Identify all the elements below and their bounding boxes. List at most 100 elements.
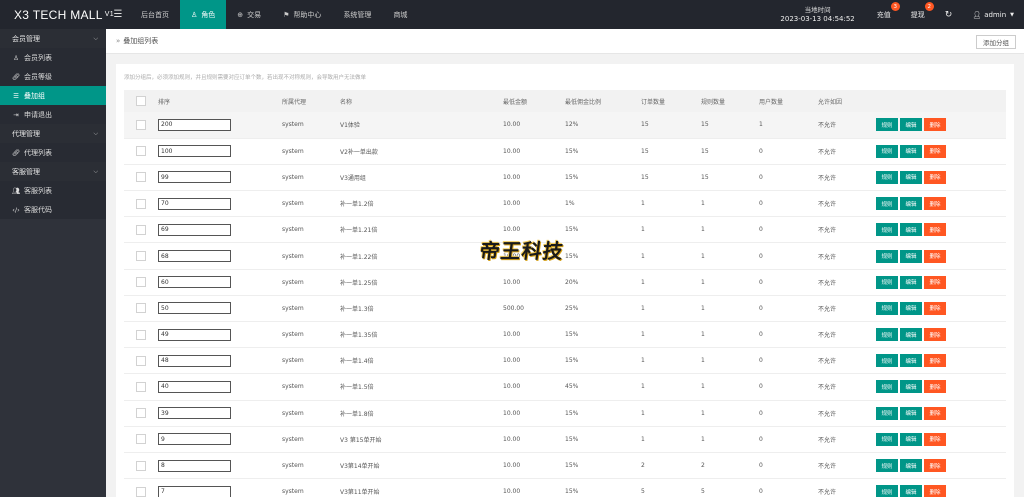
sidebar-item-0-3[interactable]: ⇥ 申请退出 — [0, 105, 106, 124]
rules-button[interactable]: 规则 — [876, 275, 898, 289]
row-checkbox[interactable] — [136, 460, 146, 471]
row-checkbox[interactable] — [136, 251, 146, 262]
topnav-item-3[interactable]: ⚑ 帮助中心 — [272, 0, 332, 29]
row-checkbox[interactable] — [136, 303, 146, 314]
row-checkbox[interactable] — [136, 434, 146, 445]
sort-input[interactable] — [158, 380, 231, 393]
select-all-cell[interactable] — [124, 90, 158, 112]
edit-button[interactable]: 编辑 — [900, 459, 922, 473]
delete-button[interactable]: 删除 — [924, 197, 946, 211]
row-checkbox[interactable] — [136, 198, 146, 209]
sidebar-group-1[interactable]: 代理管理 ⌵ — [0, 124, 106, 143]
delete-button[interactable]: 删除 — [924, 406, 946, 420]
sort-input[interactable] — [158, 459, 231, 472]
sort-input[interactable] — [158, 302, 231, 315]
edit-button[interactable]: 编辑 — [900, 380, 922, 394]
sidebar-item-2-1[interactable]: ‹/› 客服代码 — [0, 200, 106, 219]
delete-button[interactable]: 删除 — [924, 223, 946, 237]
row-checkbox[interactable] — [136, 119, 146, 130]
delete-button[interactable]: 删除 — [924, 328, 946, 342]
edit-button[interactable]: 编辑 — [900, 144, 922, 158]
sort-input[interactable] — [158, 407, 231, 420]
recharge-button[interactable]: 充值 3 — [867, 0, 901, 29]
delete-button[interactable]: 删除 — [924, 275, 946, 289]
sidebar-group-0[interactable]: 会员管理 ⌵ — [0, 29, 106, 48]
sort-input[interactable] — [158, 145, 231, 158]
sidebar-item-2-0[interactable]: 👥︎ 客服列表 — [0, 181, 106, 200]
delete-button[interactable]: 删除 — [924, 354, 946, 368]
sort-input[interactable] — [158, 223, 231, 236]
sort-input[interactable] — [158, 276, 231, 289]
edit-button[interactable]: 编辑 — [900, 197, 922, 211]
sort-input[interactable] — [158, 171, 231, 184]
edit-button[interactable]: 编辑 — [900, 170, 922, 184]
row-checkbox[interactable] — [136, 146, 146, 157]
sort-input[interactable] — [158, 433, 231, 446]
delete-button[interactable]: 删除 — [924, 170, 946, 184]
sidebar-item-1-0[interactable]: 🔗︎ 代理列表 — [0, 143, 106, 162]
sort-input[interactable] — [158, 485, 231, 497]
topnav-item-1[interactable]: ♙ 角色 — [180, 0, 227, 29]
delete-button[interactable]: 删除 — [924, 249, 946, 263]
row-checkbox[interactable] — [136, 277, 146, 288]
delete-button[interactable]: 删除 — [924, 485, 946, 497]
refresh-icon[interactable]: ↻ — [935, 0, 963, 29]
delete-button[interactable]: 删除 — [924, 118, 946, 132]
rules-button[interactable]: 规则 — [876, 432, 898, 446]
rules-button[interactable]: 规则 — [876, 144, 898, 158]
row-checkbox[interactable] — [136, 329, 146, 340]
rules-button[interactable]: 规则 — [876, 170, 898, 184]
add-group-button[interactable]: 添加分组 — [976, 35, 1016, 49]
edit-button[interactable]: 编辑 — [900, 301, 922, 315]
sidebar-item-0-1[interactable]: 🔗︎ 会员等级 — [0, 67, 106, 86]
delete-button[interactable]: 删除 — [924, 380, 946, 394]
row-checkbox[interactable] — [136, 355, 146, 366]
topnav-item-0[interactable]: 后台首页 — [130, 0, 180, 29]
edit-button[interactable]: 编辑 — [900, 432, 922, 446]
rules-button[interactable]: 规则 — [876, 459, 898, 473]
delete-button[interactable]: 删除 — [924, 144, 946, 158]
sort-input[interactable] — [158, 250, 231, 263]
sidebar-group-2[interactable]: 客服管理 ⌵ — [0, 162, 106, 181]
rules-button[interactable]: 规则 — [876, 380, 898, 394]
row-checkbox[interactable] — [136, 486, 146, 497]
sidebar-item-0-0[interactable]: ♙ 会员列表 — [0, 48, 106, 67]
rules-button[interactable]: 规则 — [876, 249, 898, 263]
sort-input[interactable] — [158, 354, 231, 367]
edit-button[interactable]: 编辑 — [900, 406, 922, 420]
edit-button[interactable]: 编辑 — [900, 354, 922, 368]
edit-button[interactable]: 编辑 — [900, 485, 922, 497]
edit-button[interactable]: 编辑 — [900, 118, 922, 132]
sort-input[interactable] — [158, 118, 231, 131]
sidebar-item-0-2[interactable]: ☰ 叠加组 — [0, 86, 106, 105]
row-checkbox[interactable] — [136, 224, 146, 235]
row-checkbox[interactable] — [136, 172, 146, 183]
topnav-item-4[interactable]: 系统管理 — [332, 0, 382, 29]
user-menu[interactable]: 👤︎ admin ▼ — [962, 0, 1024, 29]
edit-button[interactable]: 编辑 — [900, 249, 922, 263]
row-checkbox[interactable] — [136, 408, 146, 419]
app-logo[interactable]: X3 TECH MALL V1 — [0, 0, 114, 29]
rules-button[interactable]: 规则 — [876, 118, 898, 132]
rules-button[interactable]: 规则 — [876, 485, 898, 497]
sort-input[interactable] — [158, 197, 231, 210]
rules-button[interactable]: 规则 — [876, 328, 898, 342]
rules-button[interactable]: 规则 — [876, 406, 898, 420]
withdraw-button[interactable]: 提现 2 — [901, 0, 935, 29]
topnav-item-5[interactable]: 商城 — [382, 0, 418, 29]
delete-button[interactable]: 删除 — [924, 301, 946, 315]
edit-button[interactable]: 编辑 — [900, 275, 922, 289]
sort-input[interactable] — [158, 328, 231, 341]
row-checkbox[interactable] — [136, 381, 146, 392]
rules-button[interactable]: 规则 — [876, 301, 898, 315]
topnav-item-2[interactable]: ⊕ 交易 — [226, 0, 272, 29]
edit-button[interactable]: 编辑 — [900, 223, 922, 237]
delete-button[interactable]: 删除 — [924, 432, 946, 446]
edit-button[interactable]: 编辑 — [900, 328, 922, 342]
delete-button[interactable]: 删除 — [924, 459, 946, 473]
menu-toggle-icon[interactable]: ☰ — [106, 0, 130, 29]
rules-button[interactable]: 规则 — [876, 197, 898, 211]
rules-button[interactable]: 规则 — [876, 223, 898, 237]
rules-button[interactable]: 规则 — [876, 354, 898, 368]
select-all-checkbox[interactable] — [136, 96, 146, 106]
